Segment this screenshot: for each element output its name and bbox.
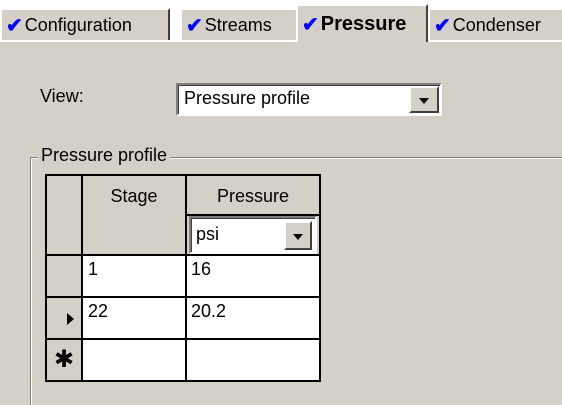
table-cell-stage[interactable]: 22	[83, 298, 185, 338]
grid-line	[47, 254, 319, 256]
tab-label: Pressure	[320, 12, 407, 35]
view-dropdown-button[interactable]	[409, 86, 439, 113]
row-selector-icon	[67, 313, 74, 325]
units-dropdown-button[interactable]	[284, 221, 312, 250]
check-icon: ✔	[186, 14, 203, 37]
grid-line	[185, 214, 319, 216]
pressure-grid: Stage Pressure psi 1 16 22 20.2 ✱	[45, 174, 321, 382]
view-select[interactable]: Pressure profile	[176, 83, 442, 116]
tab-streams[interactable]: ✔ Streams	[180, 8, 300, 40]
check-icon: ✔	[302, 13, 319, 36]
chevron-down-icon	[419, 97, 429, 104]
row-header[interactable]	[47, 256, 81, 296]
tab-configuration[interactable]: ✔ Configuration	[0, 8, 170, 40]
table-cell-pressure[interactable]: 20.2	[187, 298, 319, 338]
tab-pressure[interactable]: ✔ Pressure	[296, 4, 428, 42]
row-header-new[interactable]: ✱	[47, 340, 81, 380]
tab-divider	[0, 40, 562, 42]
table-cell-stage[interactable]: 1	[83, 256, 185, 296]
table-cell-pressure[interactable]: 16	[187, 256, 319, 296]
grid-line	[81, 176, 83, 380]
table-cell-stage-new[interactable]	[83, 340, 185, 380]
view-label: View:	[40, 86, 84, 106]
column-header-pressure[interactable]: Pressure	[187, 176, 319, 216]
pressure-form: ✔ Configuration ✔ Streams ✔ Pressure ✔ C…	[0, 0, 562, 405]
table-cell-pressure-new[interactable]	[187, 340, 319, 380]
grid-line	[47, 338, 319, 340]
new-row-icon: ✱	[54, 346, 75, 373]
grid-line	[47, 296, 319, 298]
tab-label: Streams	[204, 14, 272, 35]
chevron-down-icon	[293, 233, 303, 240]
units-select[interactable]: psi	[189, 216, 317, 254]
group-title: Pressure profile	[38, 145, 171, 166]
corner-header	[47, 176, 81, 256]
row-header-current[interactable]	[47, 298, 81, 338]
check-icon: ✔	[434, 14, 451, 37]
grid-line	[185, 176, 187, 380]
tab-label: Condenser	[452, 14, 541, 35]
check-icon: ✔	[6, 14, 23, 37]
tab-label: Configuration	[24, 14, 132, 35]
view-select-value: Pressure profile	[184, 88, 311, 108]
tab-condenser[interactable]: ✔ Condenser	[428, 8, 562, 40]
units-select-value: psi	[196, 224, 220, 244]
column-header-stage[interactable]: Stage	[83, 176, 185, 256]
tab-strip: ✔ Configuration ✔ Streams ✔ Pressure ✔ C…	[0, 0, 562, 42]
